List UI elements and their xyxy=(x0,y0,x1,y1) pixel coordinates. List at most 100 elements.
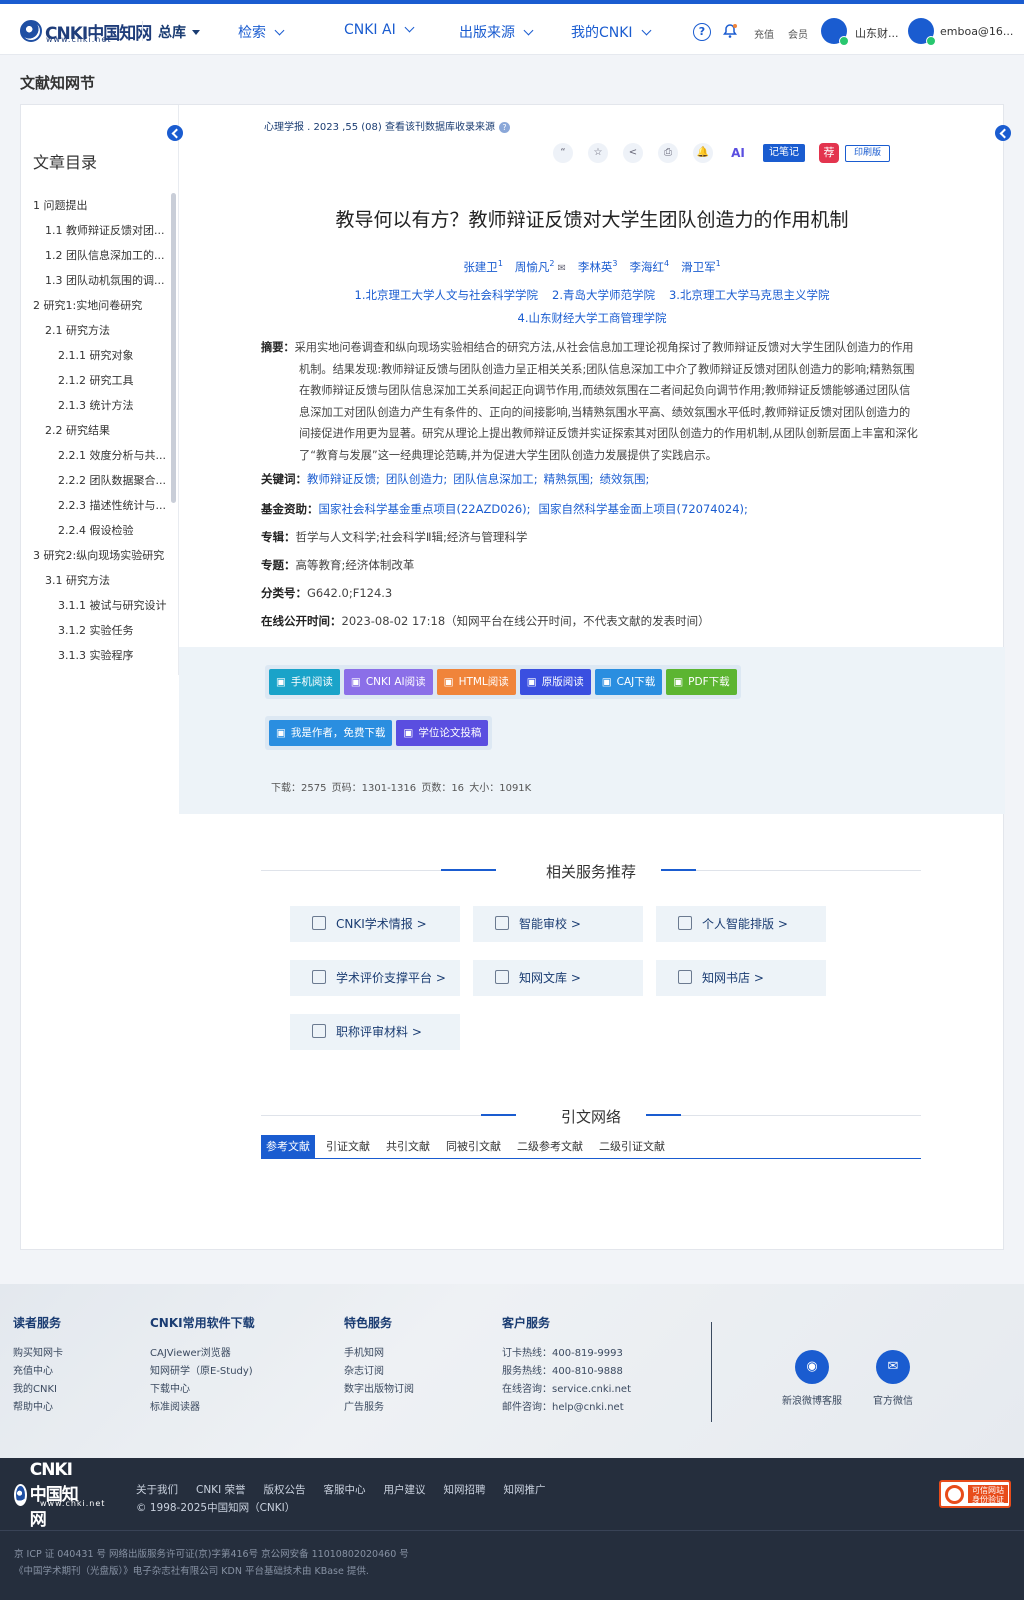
recommend-icon[interactable]: 荐 xyxy=(819,143,839,163)
nav-my-cnki-menu[interactable]: 我的CNKI xyxy=(571,22,652,42)
org-link[interactable]: 1.北京理工大学人文与社会科学学院 xyxy=(355,288,538,302)
footer-link[interactable]: 下载中心 xyxy=(150,1381,255,1399)
footer-link[interactable]: CAJViewer浏览器 xyxy=(150,1345,255,1363)
toc-item[interactable]: 3 研究2:纵向现场实验研究 xyxy=(21,543,171,568)
citation-tab[interactable]: 引证文献 xyxy=(321,1135,375,1158)
citation-tab[interactable]: 同被引文献 xyxy=(441,1135,506,1158)
toc-item[interactable]: 2 研究1:实地问卷研究 xyxy=(21,293,171,318)
nav-publication-menu[interactable]: 出版来源 xyxy=(459,22,534,42)
toc-item[interactable]: 3.1.3 实验程序 xyxy=(21,643,171,668)
author-link[interactable]: 李海红4 xyxy=(629,259,669,274)
print-icon[interactable]: ⎙ xyxy=(658,143,678,163)
toc-item[interactable]: 1.3 团队动机氛围的调... xyxy=(21,268,171,293)
author-link[interactable]: 张建卫1 xyxy=(463,259,503,274)
trusted-site-badge[interactable]: 可信网站 身份验证 xyxy=(939,1480,1011,1508)
toc-item[interactable]: 3.1 研究方法 xyxy=(21,568,171,593)
citation-tab[interactable]: 共引文献 xyxy=(381,1135,435,1158)
toc-item[interactable]: 2.2.3 描述性统计与... xyxy=(21,493,171,518)
footer-link[interactable]: 在线咨询：service.cnki.net xyxy=(502,1381,631,1399)
footer-link[interactable]: 订卡热线：400-819-9993 xyxy=(502,1345,631,1363)
download-button[interactable]: ▣ 学位论文投稿 xyxy=(396,720,489,746)
collapse-right-icon[interactable] xyxy=(995,125,1011,141)
service-link[interactable]: 学术评价支撑平台 > xyxy=(290,960,460,996)
recharge-link[interactable]: 充值 xyxy=(754,26,774,41)
toc-item[interactable]: 1 问题提出 xyxy=(21,193,171,218)
footer-link[interactable]: 我的CNKI xyxy=(13,1381,63,1399)
download-button[interactable]: ▣ PDF下载 xyxy=(666,669,737,695)
author-link[interactable]: 周愉凡2 ✉ xyxy=(515,259,566,274)
footer-bottom-link[interactable]: 版权公告 xyxy=(264,1484,306,1496)
toc-item[interactable]: 2.2.1 效度分析与共... xyxy=(21,443,171,468)
keyword-link[interactable]: 教师辩证反馈; xyxy=(307,472,380,486)
service-link[interactable]: 知网书店 > xyxy=(656,960,826,996)
footer-link[interactable]: 杂志订阅 xyxy=(344,1363,414,1381)
service-link[interactable]: 知网文库 > xyxy=(473,960,643,996)
footer-link[interactable]: 服务热线：400-810-9888 xyxy=(502,1363,631,1381)
nav-database-menu[interactable]: 总库 xyxy=(158,22,200,42)
footer-bottom-link[interactable]: 知网推广 xyxy=(504,1484,546,1496)
download-button[interactable]: ▣ CAJ下载 xyxy=(594,669,663,695)
member-link[interactable]: 会员 xyxy=(788,26,808,41)
nav-search-menu[interactable]: 检索 xyxy=(238,22,285,42)
toc-item[interactable]: 2.1.1 研究对象 xyxy=(21,343,171,368)
toc-item[interactable]: 2.1 研究方法 xyxy=(21,318,171,343)
footer-bottom-link[interactable]: 知网招聘 xyxy=(444,1484,486,1496)
take-note-button[interactable]: 记笔记 xyxy=(763,144,805,162)
author-link[interactable]: 滑卫军1 xyxy=(681,259,721,274)
footer-link[interactable]: 邮件咨询：help@cnki.net xyxy=(502,1399,631,1417)
footer-link[interactable]: 充值中心 xyxy=(13,1363,63,1381)
footer-link[interactable]: 帮助中心 xyxy=(13,1399,63,1417)
toc-item[interactable]: 2.1.3 统计方法 xyxy=(21,393,171,418)
org-link[interactable]: 2.青岛大学师范学院 xyxy=(552,288,655,302)
download-button[interactable]: ▣ HTML阅读 xyxy=(436,669,516,695)
footer-link[interactable]: 购买知网卡 xyxy=(13,1345,63,1363)
footer-bottom-link[interactable]: 用户建议 xyxy=(384,1484,426,1496)
footer-link[interactable]: 知网研学（原E-Study) xyxy=(150,1363,255,1381)
journal-source[interactable]: 心理学报 . 2023 ,55 (08) 查看该刊数据库收录来源? xyxy=(264,118,510,133)
toc-item[interactable]: 2.2.2 团队数据聚合... xyxy=(21,468,171,493)
bell-icon[interactable] xyxy=(722,23,738,39)
citation-tab[interactable]: 二级引证文献 xyxy=(594,1135,670,1158)
toc-item[interactable]: 2.1.2 研究工具 xyxy=(21,368,171,393)
citation-tab[interactable]: 二级参考文献 xyxy=(512,1135,588,1158)
nav-cnki-ai-menu[interactable]: CNKI AI xyxy=(344,22,415,38)
footer-bottom-link[interactable]: CNKI 荣誉 xyxy=(196,1484,246,1496)
org-link[interactable]: 4.山东财经大学工商管理学院 xyxy=(518,311,667,325)
author-link[interactable]: 李林英3 xyxy=(578,259,618,274)
cite-icon[interactable]: “ xyxy=(553,143,573,163)
toc-item[interactable]: 2.2.4 假设检验 xyxy=(21,518,171,543)
toc-item[interactable]: 1.1 教师辩证反馈对团... xyxy=(21,218,171,243)
download-button[interactable]: ▣ 我是作者，免费下载 xyxy=(269,720,393,746)
fund-link[interactable]: 国家自然科学基金面上项目(72074024); xyxy=(539,502,748,516)
favorite-icon[interactable]: ☆ xyxy=(588,143,608,163)
service-link[interactable]: 智能审校 > xyxy=(473,906,643,942)
mail-icon[interactable]: ✉ xyxy=(558,263,566,274)
question-icon[interactable]: ? xyxy=(498,122,510,133)
service-link[interactable]: 个人智能排版 > xyxy=(656,906,826,942)
keyword-link[interactable]: 绩效氛围; xyxy=(600,472,650,486)
toc-item[interactable]: 3.1.1 被试与研究设计 xyxy=(21,593,171,618)
footer-link[interactable]: 数字出版物订阅 xyxy=(344,1381,414,1399)
print-version-dropdown[interactable]: 印刷版 xyxy=(845,144,891,162)
fund-link[interactable]: 国家社会科学基金重点项目(22AZD026); xyxy=(319,502,531,516)
collapse-left-icon[interactable] xyxy=(167,125,183,141)
service-link[interactable]: CNKI学术情报 > xyxy=(290,906,460,942)
footer-bottom-link[interactable]: 关于我们 xyxy=(136,1484,178,1496)
ai-icon[interactable]: AI xyxy=(728,143,748,163)
toc-scrollbar[interactable] xyxy=(171,193,176,503)
toc-item[interactable]: 1.2 团队信息深加工的... xyxy=(21,243,171,268)
footer-bottom-link[interactable]: 客服中心 xyxy=(324,1484,366,1496)
share-icon[interactable]: < xyxy=(623,143,643,163)
cnki-logo[interactable]: CNKI中国知网 www.cnki.net xyxy=(20,18,152,44)
keyword-link[interactable]: 团队信息深加工; xyxy=(453,472,537,486)
download-button[interactable]: ▣ 原版阅读 xyxy=(519,669,591,695)
toc-item[interactable]: 3.1.2 实验任务 xyxy=(21,618,171,643)
wechat-service[interactable]: ✉ 官方微信 xyxy=(858,1350,928,1407)
toc-item[interactable]: 2.2 研究结果 xyxy=(21,418,171,443)
footer-link[interactable]: 手机知网 xyxy=(344,1345,414,1363)
keyword-link[interactable]: 团队创造力; xyxy=(386,472,447,486)
alert-bell-icon[interactable]: 🔔 xyxy=(693,143,713,163)
institution-name[interactable]: 山东财... xyxy=(855,25,899,41)
institution-icon[interactable] xyxy=(821,18,849,46)
service-link[interactable]: 职称评审材料 > xyxy=(290,1014,460,1050)
